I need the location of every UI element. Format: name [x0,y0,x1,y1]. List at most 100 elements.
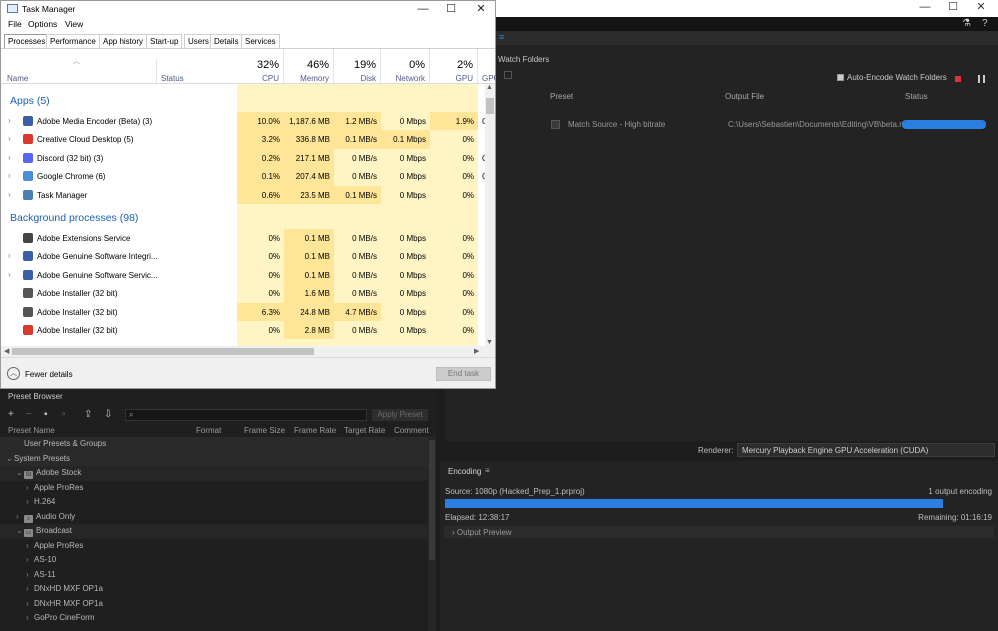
chevron-right-icon[interactable]: › [26,541,34,550]
col-format[interactable]: Format [196,426,221,435]
chevron-down-icon[interactable]: ⌄ [16,526,24,535]
chevron-up-circle-icon[interactable]: ︿ [7,367,20,380]
tm-maximize-button[interactable]: ☐ [438,2,464,16]
chevron-right-icon[interactable]: › [26,483,34,492]
tab-app-history[interactable]: App history [99,34,148,48]
preset-tree-item[interactable]: › DNxHD MXF OP1a [0,582,428,597]
menu-options[interactable]: Options [28,19,57,29]
flask-icon[interactable]: ⚗ [962,18,971,29]
queue-item-preset[interactable]: Match Source - High bitrate [568,120,665,129]
col-network[interactable]: 0% Network [381,49,430,83]
process-row[interactable]: › Creative Cloud Desktop (5) 3.2% 336.8 MB 0… [1,130,485,149]
ame-minimize-button[interactable]: — [910,0,940,14]
scroll-left-icon[interactable]: ◀ [4,347,9,355]
process-horizontal-scrollbar[interactable]: ◀ ▶ [1,346,495,357]
chevron-right-icon[interactable]: › [8,190,11,199]
import-preset-icon[interactable]: ⇪ [84,409,92,420]
tab-services[interactable]: Services [241,34,280,48]
process-vertical-scrollbar[interactable]: ▲ ▼ [485,84,495,346]
tab-details[interactable]: Details [210,34,243,48]
queue-header-output[interactable]: Output File [725,92,764,101]
menu-file[interactable]: File [8,19,22,29]
output-preview-toggle[interactable]: › Output Preview [444,526,994,538]
preset-tree-item[interactable]: › Apple ProRes [0,481,428,496]
col-name[interactable]: Name [7,74,28,83]
scroll-right-icon[interactable]: ▶ [474,347,479,355]
add-preset-icon[interactable]: + [8,409,14,420]
queue-row[interactable]: Match Source - High bitrate C:\Users\Seb… [445,117,998,132]
preset-tree-item[interactable]: › ♪ Audio Only [0,510,428,525]
auto-encode-toggle[interactable]: Auto-Encode Watch Folders [837,73,947,82]
chevron-right-icon[interactable]: › [8,153,11,162]
menu-view[interactable]: View [65,19,83,29]
chevron-right-icon[interactable]: › [8,171,11,180]
queue-header-preset[interactable]: Preset [550,92,573,101]
tm-minimize-button[interactable]: — [410,2,436,16]
tab-startup[interactable]: Start-up [146,34,183,48]
process-row[interactable]: › Adobe Genuine Software Integri... 0% 0.1 … [1,247,485,266]
chevron-right-icon[interactable]: › [16,512,24,521]
process-row[interactable]: › Task Manager 0.6% 23.5 MB 0.1 MB/s 0 Mbps 0% [1,185,485,205]
process-row[interactable]: Adobe Installer (32 bit) 0% 1.6 MB 0 MB/s 0 … [1,284,485,303]
scroll-down-icon[interactable]: ▼ [486,339,493,346]
checkbox-icon[interactable] [837,74,844,81]
col-frame-rate[interactable]: Frame Rate [294,426,336,435]
col-preset-name[interactable]: Preset Name [8,426,55,435]
process-row[interactable]: › Google Chrome (6) 0.1% 207.4 MB 0 MB/s 0 Mb… [1,167,488,186]
chevron-right-icon[interactable]: › [8,116,11,125]
new-group-icon[interactable]: ▪ [44,409,48,420]
preset-tree-item[interactable]: › Apple ProRes [0,539,428,554]
process-row[interactable]: Adobe Installer (32 bit) 0% 2.8 MB 0 MB/s 0 … [1,321,485,340]
panel-menu-icon[interactable]: ≡ [499,32,504,42]
col-status[interactable]: Status [161,74,184,83]
process-row[interactable]: › Adobe Genuine Software Servic... 0% 0.1 M… [1,265,485,285]
queue-item-output[interactable]: C:\Users\Sebastien\Documents\Editing\VB\… [728,120,915,129]
preset-tree-item[interactable]: › DNxHR MXF OP1a [0,597,428,612]
preset-scrollbar[interactable] [428,436,436,631]
process-row[interactable]: › Discord (32 bit) (3) 0.2% 217.1 MB 0 MB/s 0… [1,148,488,168]
scroll-thumb[interactable] [486,98,494,114]
chevron-right-icon[interactable]: › [26,555,34,564]
preset-tree-item[interactable]: › GoPro CineForm [0,611,428,626]
preset-tree-item[interactable]: ⌄ St Adobe Stock [0,466,428,481]
col-frame-size[interactable]: Frame Size [244,426,285,435]
chevron-right-icon[interactable]: › [26,599,34,608]
tab-users[interactable]: Users [184,34,213,48]
preset-tree-item[interactable]: ⌄ ▭ Broadcast [0,524,428,539]
chevron-right-icon[interactable]: › [26,497,34,506]
preset-search-input[interactable]: ⌕ [125,409,367,421]
chevron-right-icon[interactable]: › [26,584,34,593]
panel-menu-icon[interactable]: ≡ [485,466,490,475]
preset-tree-item[interactable]: › H.264 [0,495,428,510]
export-preset-icon[interactable]: ⇩ [104,409,112,420]
col-memory[interactable]: 46% Memory [284,49,334,83]
chevron-right-icon[interactable]: › [8,251,11,260]
queue-header-status[interactable]: Status [905,92,928,101]
scroll-thumb[interactable] [12,348,314,355]
chevron-right-icon[interactable]: › [26,613,34,622]
col-target-rate[interactable]: Target Rate [344,426,385,435]
chevron-down-icon[interactable]: ⌄ [6,454,14,463]
preset-tree-item[interactable]: User Presets & Groups [0,437,428,452]
tab-performance[interactable]: Performance [46,34,100,48]
renderer-select[interactable]: Mercury Playback Engine GPU Acceleration… [737,443,995,457]
tab-processes[interactable]: Processes [4,34,50,48]
preset-tree-item[interactable]: › AS-11 [0,568,428,583]
add-watch-folder-icon[interactable] [504,71,512,79]
col-gpu-engine[interactable]: GPU [482,74,495,83]
preset-tree-item[interactable]: ⌄System Presets [0,451,428,466]
process-row[interactable]: › Adobe Media Encoder (Beta) (3) 10.0% 1,18… [1,112,488,131]
stop-queue-button[interactable] [955,76,961,82]
preset-tree-item[interactable]: › AS-10 [0,553,428,568]
process-row[interactable]: Adobe Installer (32 bit) 6.3% 24.8 MB 4.7 M… [1,302,485,322]
col-comment[interactable]: Comment [394,426,429,435]
apply-preset-button[interactable]: Apply Preset [372,409,428,421]
col-disk[interactable]: 19% Disk [334,49,381,83]
settings-icon[interactable]: ▫ [62,409,66,420]
col-gpu[interactable]: 2% GPU [430,49,478,83]
remove-preset-icon[interactable]: − [26,409,32,420]
help-icon[interactable]: ? [982,18,988,29]
ame-close-button[interactable]: ✕ [966,0,996,14]
process-row[interactable]: Adobe Extensions Service 0% 0.1 MB 0 MB/s 0 … [1,229,485,248]
chevron-down-icon[interactable]: ⌄ [16,468,24,477]
